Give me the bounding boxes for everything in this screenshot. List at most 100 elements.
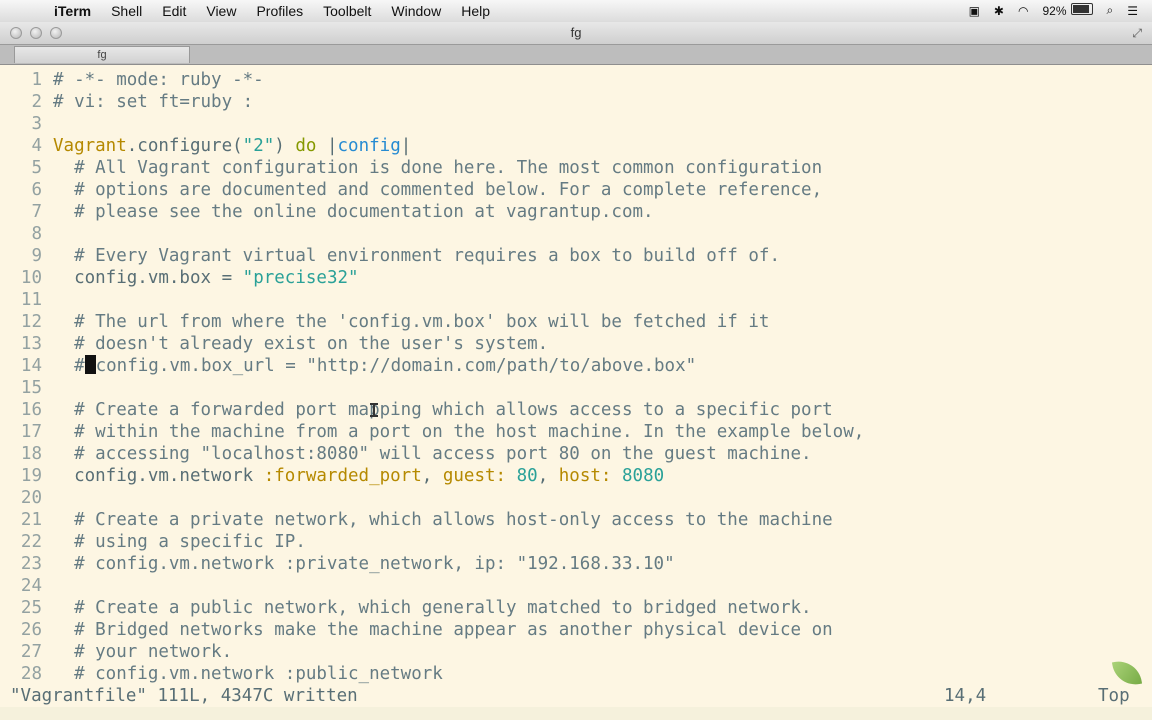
code-text: # within the machine from a port on the …: [53, 421, 864, 443]
code-text: # Every Vagrant virtual environment requ…: [53, 245, 780, 267]
line-number: 28: [20, 664, 42, 684]
code-token: # please see the online documentation at…: [53, 202, 654, 222]
vim-status-line: "Vagrantfile" 111L, 4347C written 14,4 T…: [0, 685, 1152, 707]
menu-list: iTerm Shell Edit View Profiles Toolbelt …: [54, 3, 510, 19]
menu-window[interactable]: Window: [391, 3, 441, 19]
code-token: # The url from where the 'config.vm.box'…: [53, 312, 770, 332]
line-number: 2: [31, 92, 42, 112]
code-text: # accessing "localhost:8080" will access…: [53, 443, 812, 465]
tab-bar: fg: [0, 45, 1152, 65]
menu-toolbelt[interactable]: Toolbelt: [323, 3, 371, 19]
line-number: 12: [20, 312, 42, 332]
line-number: 7: [31, 202, 42, 222]
code-token: # Bridged networks make the machine appe…: [53, 620, 833, 640]
menu-help[interactable]: Help: [461, 3, 490, 19]
line-number: 6: [31, 180, 42, 200]
code-token: # options are documented and commented b…: [53, 180, 823, 200]
window-title: fg: [570, 25, 582, 40]
list-menu-icon[interactable]: ☰: [1127, 4, 1138, 18]
line-number: 8: [31, 224, 42, 244]
code-text: # The url from where the 'config.vm.box'…: [53, 311, 769, 333]
line-number: 24: [20, 576, 42, 596]
code-token: # All Vagrant configuration is done here…: [53, 158, 823, 178]
code-text: # please see the online documentation at…: [53, 201, 654, 223]
code-token: host:: [558, 466, 612, 486]
wifi-icon[interactable]: ◠: [1018, 4, 1028, 18]
code-token: # -*- mode: ruby -*-: [53, 70, 264, 90]
status-message: "Vagrantfile" 111L, 4347C written: [10, 686, 358, 706]
code-token: # your network.: [53, 642, 233, 662]
code-token: "precise32": [242, 268, 359, 288]
code-text: # Create a forwarded port mapping which …: [53, 399, 833, 421]
code-token: ): [274, 136, 296, 156]
code-token: 8080: [622, 466, 665, 486]
line-number: 18: [20, 444, 42, 464]
code-token: |: [400, 136, 412, 156]
menu-view[interactable]: View: [206, 3, 236, 19]
camera-icon[interactable]: ▣: [969, 4, 980, 18]
line-number: 10: [20, 268, 42, 288]
bluetooth-icon[interactable]: ✱: [994, 4, 1004, 18]
code-token: 80: [516, 466, 538, 486]
code-text: # vi: set ft=ruby :: [53, 91, 253, 113]
menu-app-name[interactable]: iTerm: [54, 3, 91, 19]
vim-editor[interactable]: 1 # -*- mode: ruby -*- 2 # vi: set ft=ruby …: [0, 65, 1152, 685]
code-text: # your network.: [53, 641, 232, 663]
code-token: |: [316, 136, 338, 156]
battery-status[interactable]: 92%: [1042, 3, 1093, 18]
tab-fg[interactable]: fg: [14, 46, 190, 63]
code-token: #: [53, 356, 85, 376]
battery-icon: [1070, 3, 1093, 15]
line-number: 4: [31, 136, 42, 156]
code-token: Vagrant: [53, 136, 127, 156]
code-text: # options are documented and commented b…: [53, 179, 822, 201]
menu-edit[interactable]: Edit: [162, 3, 186, 19]
window-titlebar: fg ⤢: [0, 22, 1152, 45]
fullscreen-icon[interactable]: ⤢: [1132, 26, 1142, 41]
line-number: 9: [31, 246, 42, 266]
line-number: 20: [20, 488, 42, 508]
code-token: config.vm.box_url = "http://domain.com/p…: [95, 356, 697, 376]
code-text: # using a specific IP.: [53, 531, 306, 553]
code-token: :forwarded_port: [263, 466, 422, 486]
code-token: # within the machine from a port on the …: [53, 422, 865, 442]
search-icon[interactable]: ⌕: [1107, 3, 1114, 18]
line-number: 3: [31, 114, 42, 134]
code-text: # config.vm.network :private_network, ip…: [53, 553, 675, 575]
menu-profiles[interactable]: Profiles: [256, 3, 303, 19]
code-text: # Bridged networks make the machine appe…: [53, 619, 833, 641]
code-text: Vagrant.configure("2") do |config|: [53, 135, 411, 157]
line-number: 15: [20, 378, 42, 398]
code-token: do: [295, 136, 317, 156]
menu-status-area: ▣ ✱ ◠ 92% ⌕ ☰: [955, 3, 1138, 18]
line-number: 23: [20, 554, 42, 574]
code-token: # config.vm.network :public_network: [53, 664, 443, 684]
scroll-position: Top: [1098, 686, 1130, 706]
line-number: 16: [20, 400, 42, 420]
code-token: "2": [242, 136, 275, 156]
code-token: # vi: set ft=ruby :: [53, 92, 254, 112]
code-text: # doesn't already exist on the user's sy…: [53, 333, 548, 355]
code-text: # -*- mode: ruby -*-: [53, 69, 264, 91]
code-token: .configure(: [126, 136, 243, 156]
code-token: ,: [421, 466, 443, 486]
code-token: config.vm.network: [53, 466, 264, 486]
line-number: 14: [20, 356, 42, 376]
code-token: config: [337, 136, 401, 156]
code-token: # Create a forwarded port mapping which …: [53, 400, 833, 420]
code-token: config.vm.box =: [53, 268, 243, 288]
line-number: 27: [20, 642, 42, 662]
mouse-ibeam-cursor: [370, 403, 378, 417]
menu-bar: iTerm Shell Edit View Profiles Toolbelt …: [0, 0, 1152, 23]
line-number: 22: [20, 532, 42, 552]
menu-shell[interactable]: Shell: [111, 3, 142, 19]
code-token: # accessing "localhost:8080" will access…: [53, 444, 812, 464]
code-token: # using a specific IP.: [53, 532, 306, 552]
code-text: # config.vm.box_url = "http://domain.com/…: [53, 355, 696, 377]
line-number: 21: [20, 510, 42, 530]
code-token: # Create a private network, which allows…: [53, 510, 833, 530]
line-number: 25: [20, 598, 42, 618]
code-text: # config.vm.network :public_network: [53, 663, 443, 685]
battery-percent: 92%: [1042, 4, 1067, 18]
